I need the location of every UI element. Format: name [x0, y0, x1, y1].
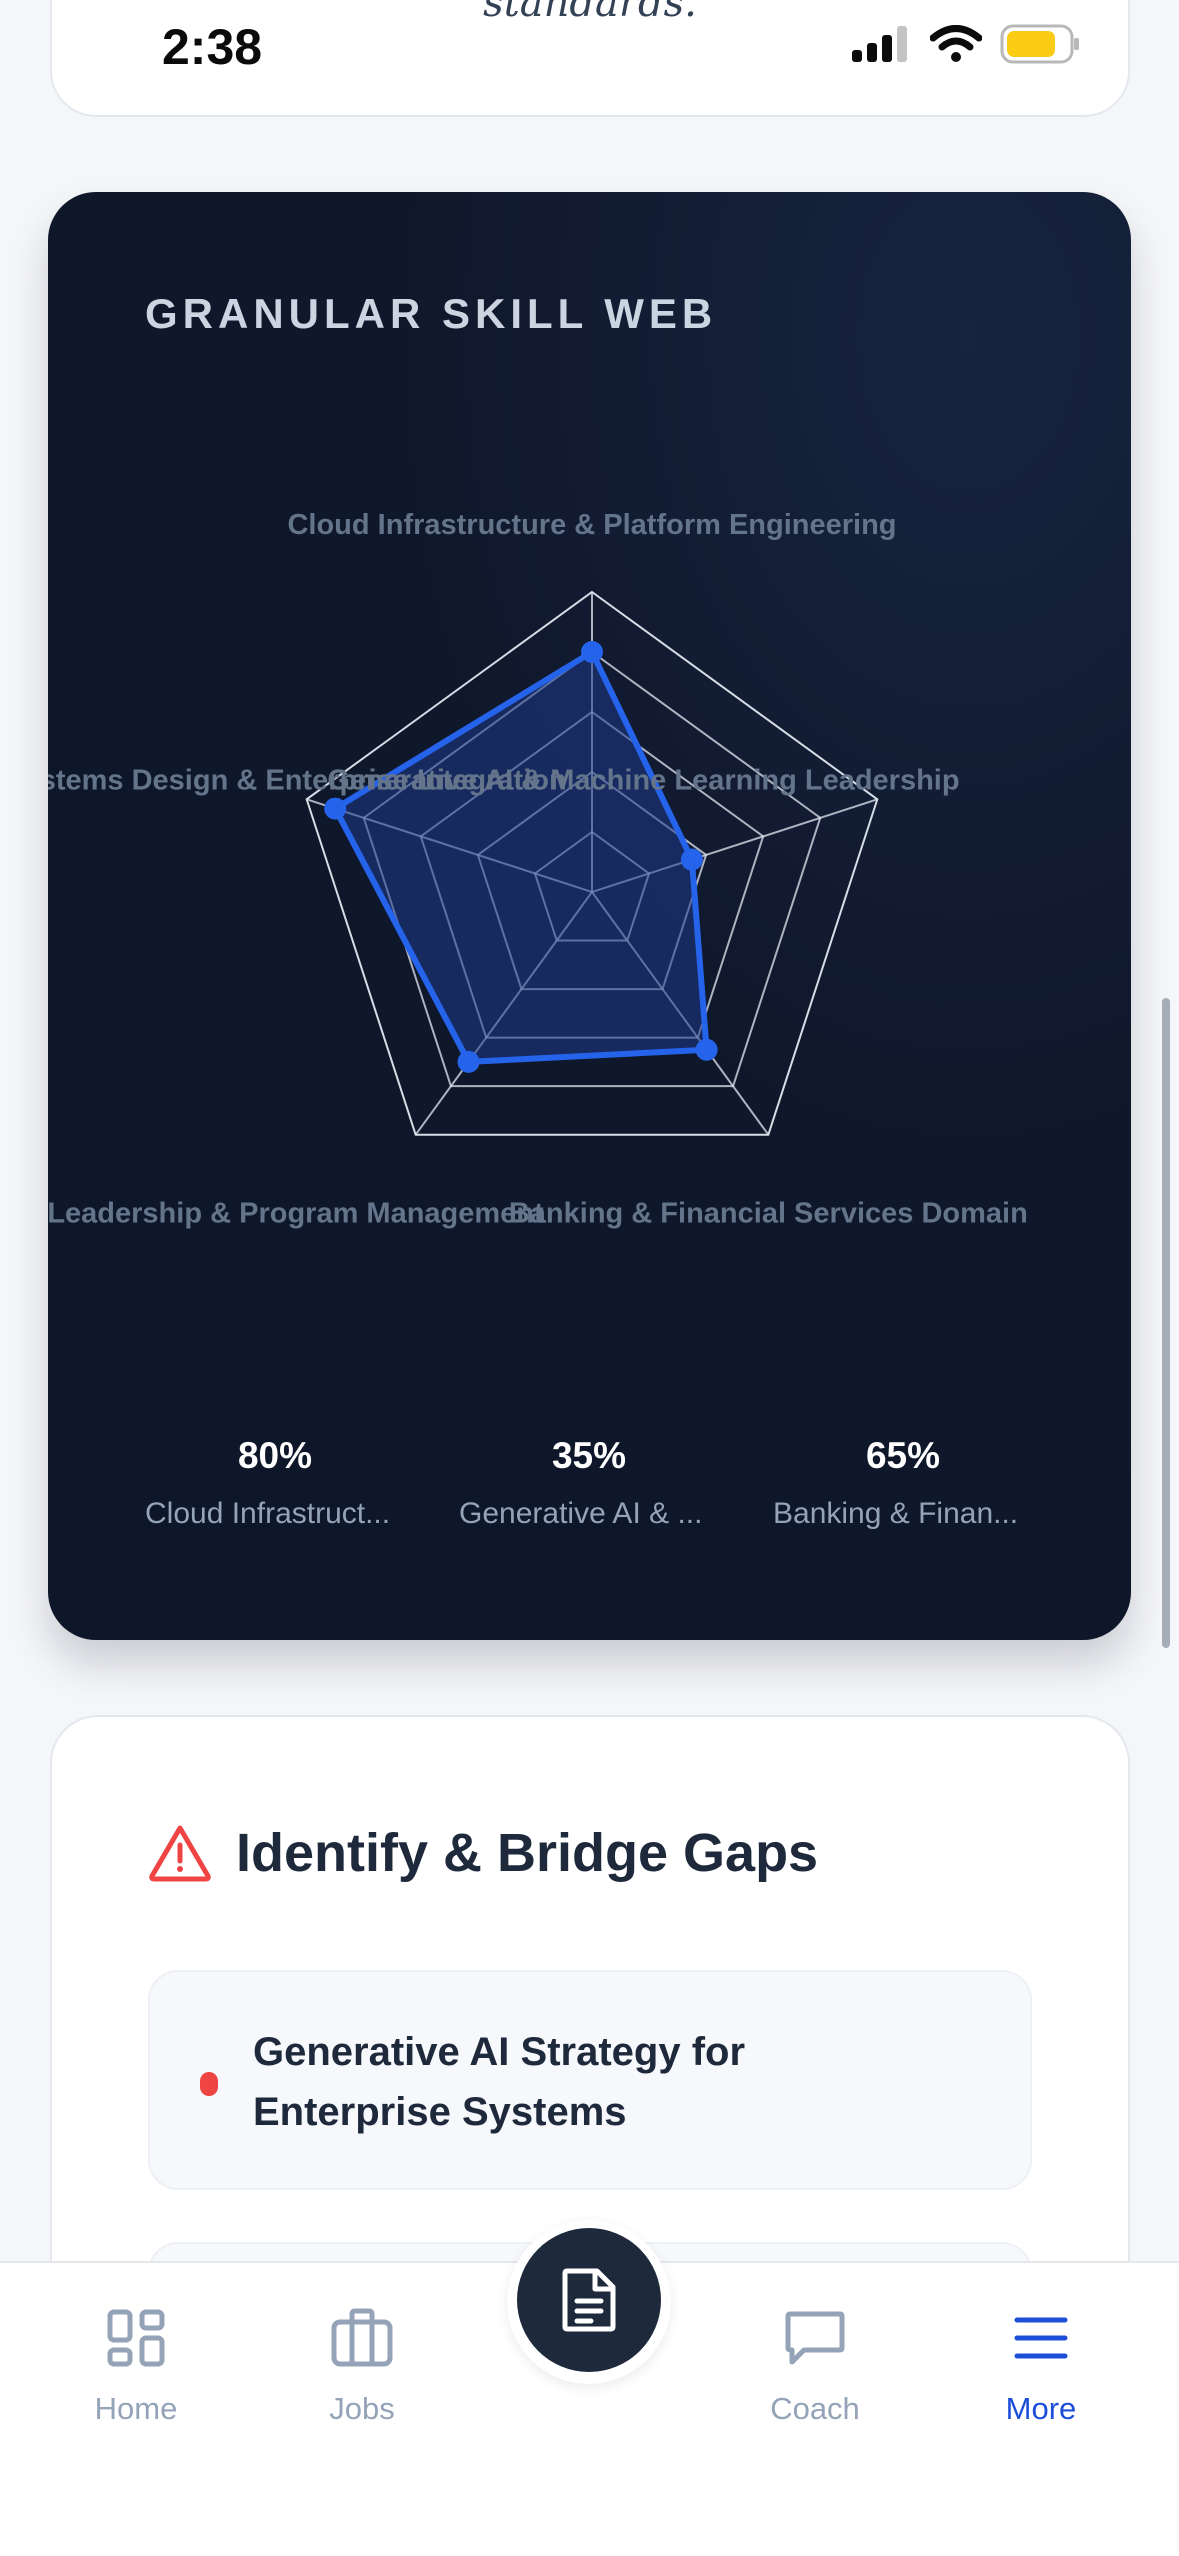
tab-label: Jobs	[329, 2391, 395, 2426]
skill-stat-cloud: 80% Cloud Infrastruct...	[145, 1435, 445, 1531]
radar-data-area	[332, 649, 710, 1065]
chat-bubble-icon	[785, 2311, 845, 2365]
tab-coach[interactable]: Coach	[725, 2303, 905, 2427]
gaps-title: Identify & Bridge Gaps	[236, 1823, 819, 1883]
skill-radar-chart: Cloud Infrastructure & Platform Engineer…	[48, 509, 1028, 1230]
skill-stat-value: 80%	[237, 1435, 313, 1476]
cellular-signal-icon	[852, 26, 907, 62]
radar-point	[680, 848, 703, 871]
tab-label: More	[1005, 2391, 1077, 2426]
briefcase-icon	[331, 2308, 393, 2367]
radar-axis-label: Systems Design & Enterprise Integration	[48, 764, 567, 796]
status-time: 2:38	[162, 19, 263, 75]
radar-point	[457, 1050, 480, 1073]
gaps-header: Identify & Bridge Gaps	[148, 1822, 818, 1884]
radar-axis-label: Technical Leadership & Program Managemen…	[48, 1198, 544, 1230]
skill-stat-banking: 65% Banking & Finan...	[773, 1435, 1073, 1531]
skill-stat-label: Banking & Finan...	[773, 1497, 1019, 1530]
skill-stat-value: 65%	[865, 1435, 941, 1476]
tab-jobs[interactable]: Jobs	[272, 2303, 452, 2427]
radar-axis-label: Banking & Financial Services Domain	[509, 1198, 1028, 1230]
gap-item[interactable]: Generative AI Strategy for Enterprise Sy…	[148, 1970, 1032, 2190]
skill-stat-genai: 35% Generative AI & ...	[459, 1435, 759, 1531]
document-icon	[562, 2268, 616, 2332]
radar-axis-label: Cloud Infrastructure & Platform Engineer…	[287, 509, 896, 541]
grid-icon	[107, 2309, 165, 2367]
skill-stat-label: Generative AI & ...	[459, 1497, 703, 1530]
wifi-icon	[930, 25, 982, 62]
menu-icon	[1014, 2317, 1068, 2359]
scrollbar[interactable]	[1162, 998, 1170, 1648]
gap-severity-dot	[200, 2072, 218, 2096]
warning-icon	[149, 1825, 211, 1882]
skill-web-card: GRANULAR SKILL WEB Cloud Infrastructure …	[48, 192, 1131, 1640]
tab-more[interactable]: More	[951, 2303, 1131, 2427]
battery-icon	[1000, 24, 1079, 64]
radar-point	[324, 797, 347, 820]
tab-label: Coach	[770, 2391, 860, 2426]
previous-card: standards. 2:38	[50, 0, 1130, 117]
gap-item-text: Generative AI Strategy for Enterprise Sy…	[253, 2030, 746, 2134]
tab-label: Home	[94, 2391, 178, 2426]
radar-point	[695, 1038, 718, 1061]
status-icons	[852, 24, 1080, 64]
radar-point	[581, 641, 603, 663]
skill-summary: 80% Cloud Infrastruct... 35% Generative …	[145, 1435, 1045, 1555]
tab-home[interactable]: Home	[46, 2303, 226, 2427]
skill-stat-value: 35%	[551, 1435, 627, 1476]
resume-fab-button[interactable]	[517, 2228, 661, 2372]
skill-stat-label: Cloud Infrastruct...	[145, 1497, 391, 1530]
